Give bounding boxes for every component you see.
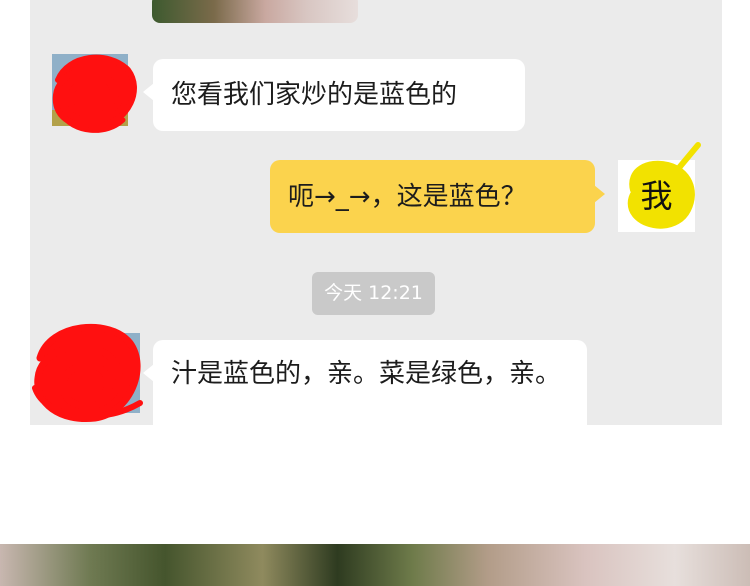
outgoing-message[interactable]: 呃→_→，这是蓝色？ xyxy=(270,160,605,233)
message-text: 呃→_→，这是蓝色？ xyxy=(288,182,527,212)
message-text: 汁是蓝色的，亲。菜是绿色，亲。 xyxy=(171,359,562,389)
food-photo xyxy=(0,544,750,586)
timestamp-pill: 今天 12:21 xyxy=(312,272,435,315)
chat-conversation: 您看我们家炒的是蓝色的 呃→_→，这是蓝色？ 我 今天 12:21 汁是蓝色的，… xyxy=(30,0,722,425)
incoming-message[interactable]: 您看我们家炒的是蓝色的 xyxy=(143,59,525,131)
message-text: 您看我们家炒的是蓝色的 xyxy=(171,80,458,110)
contact-avatar[interactable] xyxy=(30,318,150,425)
shared-photo-thumbnail[interactable] xyxy=(152,0,358,23)
my-avatar[interactable]: 我 xyxy=(618,142,701,232)
avatar-label: 我 xyxy=(640,177,673,215)
incoming-message[interactable]: 汁是蓝色的，亲。菜是绿色，亲。 xyxy=(143,340,587,425)
contact-avatar[interactable] xyxy=(48,50,137,133)
